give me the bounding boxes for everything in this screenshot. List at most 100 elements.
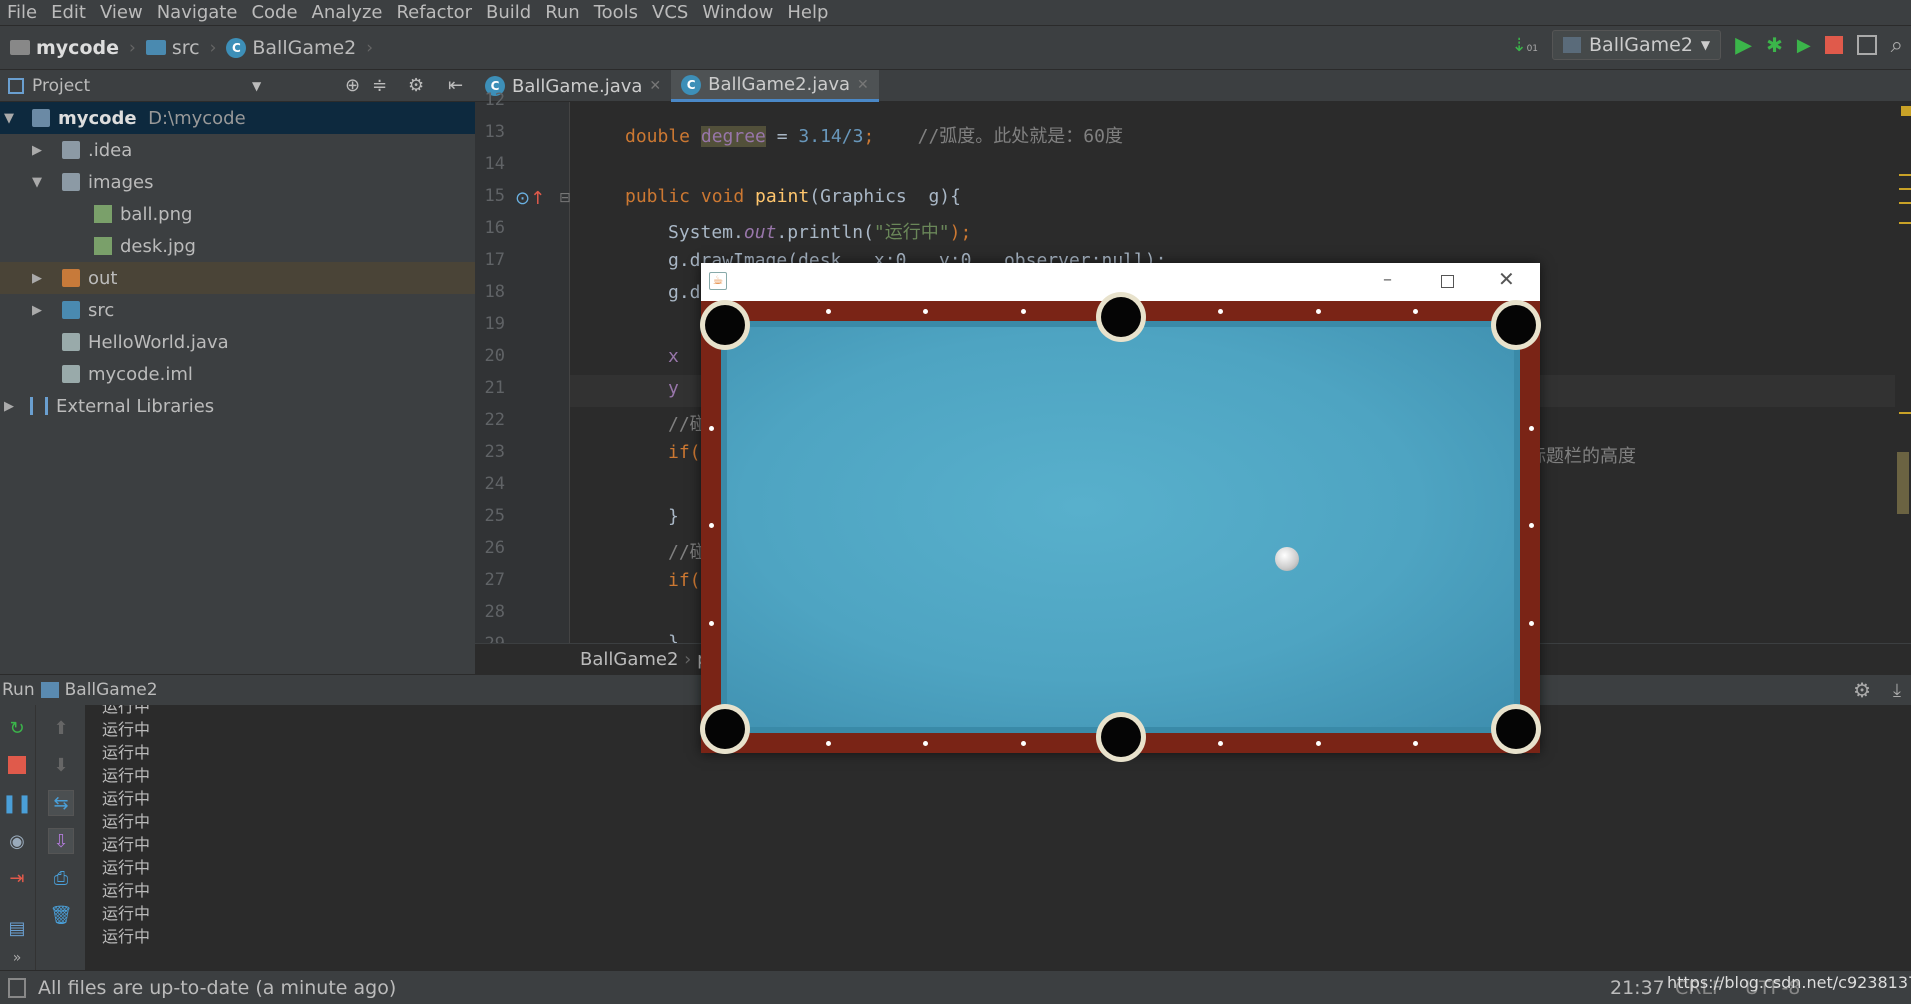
project-tree: ▼ mycode D:\mycode ▶ .idea ▼ images ball.pn… [0, 102, 475, 674]
override-icon[interactable]: ⊙↑ [515, 188, 545, 209]
image-file-icon [94, 205, 112, 223]
search-icon[interactable]: ⌕ [1891, 33, 1903, 58]
library-icon [30, 397, 48, 415]
rerun-icon[interactable]: ↻ [4, 715, 30, 741]
pause-icon[interactable]: ❚❚ [2, 790, 32, 816]
pocket [1101, 717, 1141, 757]
menu-tools[interactable]: Tools [587, 2, 645, 23]
tree-item-desk-jpg[interactable]: desk.jpg [0, 230, 475, 262]
tree-item-idea[interactable]: ▶ .idea [0, 134, 475, 166]
collapse-all-icon[interactable]: ≑ [372, 75, 387, 96]
minimize-button[interactable]: – [1383, 269, 1392, 290]
exit-icon[interactable]: ⇥ [4, 865, 30, 891]
menu-vcs[interactable]: VCS [645, 2, 695, 23]
gear-icon[interactable]: ⚙ [408, 75, 424, 96]
tree-item-mycode[interactable]: ▼ mycode D:\mycode [0, 102, 475, 134]
toolbar: ⇣01 BallGame2 ▼ ▶ ✱ ▶ ⌕ [1511, 30, 1903, 60]
close-button[interactable]: ✕ [1498, 267, 1515, 291]
tree-item-external-libraries[interactable]: ▶ External Libraries [0, 390, 475, 422]
chevron-icon: › [129, 37, 136, 58]
scroll-thumb[interactable] [1897, 452, 1909, 514]
line-number: 12 [484, 90, 505, 110]
scroll-to-end-icon[interactable]: ⇩ [48, 828, 74, 854]
tree-item-out[interactable]: ▶ out [0, 262, 475, 294]
menu-help[interactable]: Help [780, 2, 835, 23]
line-number: 16 [484, 218, 505, 238]
menu-file[interactable]: File [0, 2, 44, 23]
breadcrumb-project[interactable]: mycode [10, 37, 119, 59]
breadcrumb-src[interactable]: src [145, 37, 200, 59]
console-line: 运行中 [102, 743, 151, 762]
project-structure-icon[interactable] [1856, 35, 1877, 55]
editor-scrollbar[interactable] [1895, 102, 1911, 643]
menu-refactor[interactable]: Refactor [389, 2, 479, 23]
rail-diamond [923, 309, 928, 314]
hide-panel-icon[interactable]: ⇤ [448, 75, 463, 96]
gear-icon[interactable]: ⚙ [1853, 678, 1871, 702]
trash-icon[interactable]: 🗑 [48, 902, 74, 928]
rail-diamond [826, 309, 831, 314]
down-arrow-icon[interactable]: ⬇ [48, 752, 74, 778]
dropdown-arrow-icon[interactable]: ▼ [252, 79, 261, 93]
build-icon[interactable]: ⇣01 [1511, 35, 1538, 56]
up-arrow-icon[interactable]: ⬆ [48, 715, 74, 741]
breadcrumb-file[interactable]: C BallGame2 [226, 37, 356, 59]
line-number: 17 [484, 250, 505, 270]
layout-icon[interactable]: ▤ [4, 915, 30, 941]
menu-analyze[interactable]: Analyze [305, 2, 390, 23]
coverage-icon[interactable]: ▶ [1797, 35, 1811, 56]
tree-item-src[interactable]: ▶ src [0, 294, 475, 326]
line-number: 14 [484, 154, 505, 174]
hide-icon[interactable]: ⤓ [1893, 680, 1901, 701]
camera-icon[interactable]: ◉ [4, 828, 30, 854]
close-icon[interactable]: ✕ [857, 77, 869, 93]
java-app-window: ☕ – ✕ [701, 263, 1540, 757]
rail-diamond [1529, 621, 1534, 626]
stop-icon[interactable] [1824, 36, 1843, 54]
run-config-tab[interactable]: BallGame2 [65, 680, 158, 700]
menu-window[interactable]: Window [695, 2, 780, 23]
more-icon[interactable]: » [4, 945, 30, 971]
tree-item-ball-png[interactable]: ball.png [0, 198, 475, 230]
run-config-select[interactable]: BallGame2 ▼ [1552, 30, 1722, 60]
debug-icon[interactable]: ✱ [1766, 33, 1783, 57]
rail-diamond [1413, 309, 1418, 314]
tree-item-helloworld[interactable]: HelloWorld.java [0, 326, 475, 358]
close-icon[interactable]: ✕ [649, 78, 661, 94]
menu-navigate[interactable]: Navigate [150, 2, 245, 23]
toggle-panels-icon[interactable] [8, 977, 26, 998]
module-icon [32, 109, 50, 127]
caret-position[interactable]: 21:37 [1610, 977, 1665, 999]
code-line-23-comment: 标题栏的高度 [1528, 446, 1636, 467]
tree-path: D:\mycode [148, 107, 246, 129]
tree-item-images[interactable]: ▼ images [0, 166, 475, 198]
soft-wrap-icon[interactable]: ⇆ [48, 790, 74, 816]
fold-icon[interactable]: ⊟ [559, 190, 571, 206]
window-titlebar[interactable]: ☕ – ✕ [701, 263, 1540, 301]
navigation-bar: mycode › src › C BallGame2 › ⇣01 BallGame2 ▼ … [0, 26, 1911, 70]
project-panel-title[interactable]: Project [32, 76, 90, 96]
menu-code[interactable]: Code [244, 2, 304, 23]
tree-item-mycode-iml[interactable]: mycode.iml [0, 358, 475, 390]
menu-view[interactable]: View [93, 2, 150, 23]
menu-edit[interactable]: Edit [44, 2, 93, 23]
chevron-icon: › [209, 37, 217, 58]
menu-build[interactable]: Build [479, 2, 538, 23]
locate-icon[interactable]: ⊕ [345, 75, 360, 96]
folder-icon [62, 141, 80, 159]
code-line-13: double degree = 3.14/3; //弧度。此处就是：60度 [625, 126, 1123, 147]
tab-ballgame2[interactable]: C BallGame2.java ✕ [671, 70, 879, 102]
stop-icon[interactable] [4, 752, 30, 778]
maximize-button[interactable] [1441, 275, 1454, 288]
console-line: 运行中 [102, 766, 151, 785]
menu-run[interactable]: Run [538, 2, 587, 23]
run-icon[interactable]: ▶ [1735, 33, 1752, 58]
console-toolbar: ⬆ ⬇ ⇆ ⇩ ⎙ 🗑 [35, 705, 85, 970]
rail-diamond [1316, 309, 1321, 314]
editor-breadcrumb-class[interactable]: BallGame2 [580, 649, 678, 670]
print-icon[interactable]: ⎙ [48, 865, 74, 891]
console-line: 运行中 [102, 720, 151, 739]
project-panel-header: Project ▼ ⊕ ≑ ⚙ ⇤ [0, 70, 475, 102]
console-line: 运行中 [102, 881, 151, 900]
billiard-table [701, 297, 1540, 757]
